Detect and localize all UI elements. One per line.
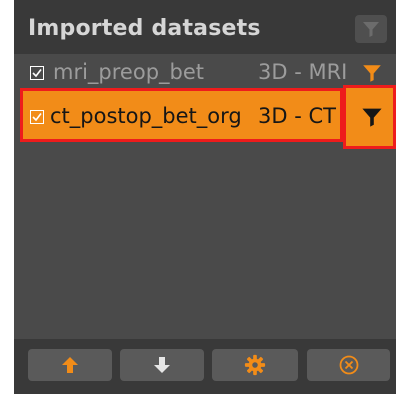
checkmark-icon [32, 69, 42, 78]
gear-icon [244, 354, 266, 376]
panel-title: Imported datasets [28, 16, 261, 41]
dataset-checkbox-mri[interactable] [30, 66, 44, 80]
dataset-type-mri: 3D - MRI [258, 60, 348, 84]
filter-icon [363, 65, 381, 82]
arrow-down-icon [154, 357, 170, 373]
dataset-name-mri: mri_preop_bet [53, 60, 205, 84]
close-circle-icon [339, 355, 358, 375]
remove-button[interactable] [307, 349, 390, 381]
move-up-button[interactable] [28, 349, 112, 381]
move-down-button[interactable] [120, 349, 204, 381]
arrow-up-icon [62, 357, 78, 373]
filter-icon [363, 22, 379, 37]
settings-button[interactable] [212, 349, 298, 381]
highlight-box-filter-button [343, 85, 396, 149]
highlight-box-dataset-row [20, 88, 343, 142]
header-filter-button[interactable] [355, 15, 387, 43]
